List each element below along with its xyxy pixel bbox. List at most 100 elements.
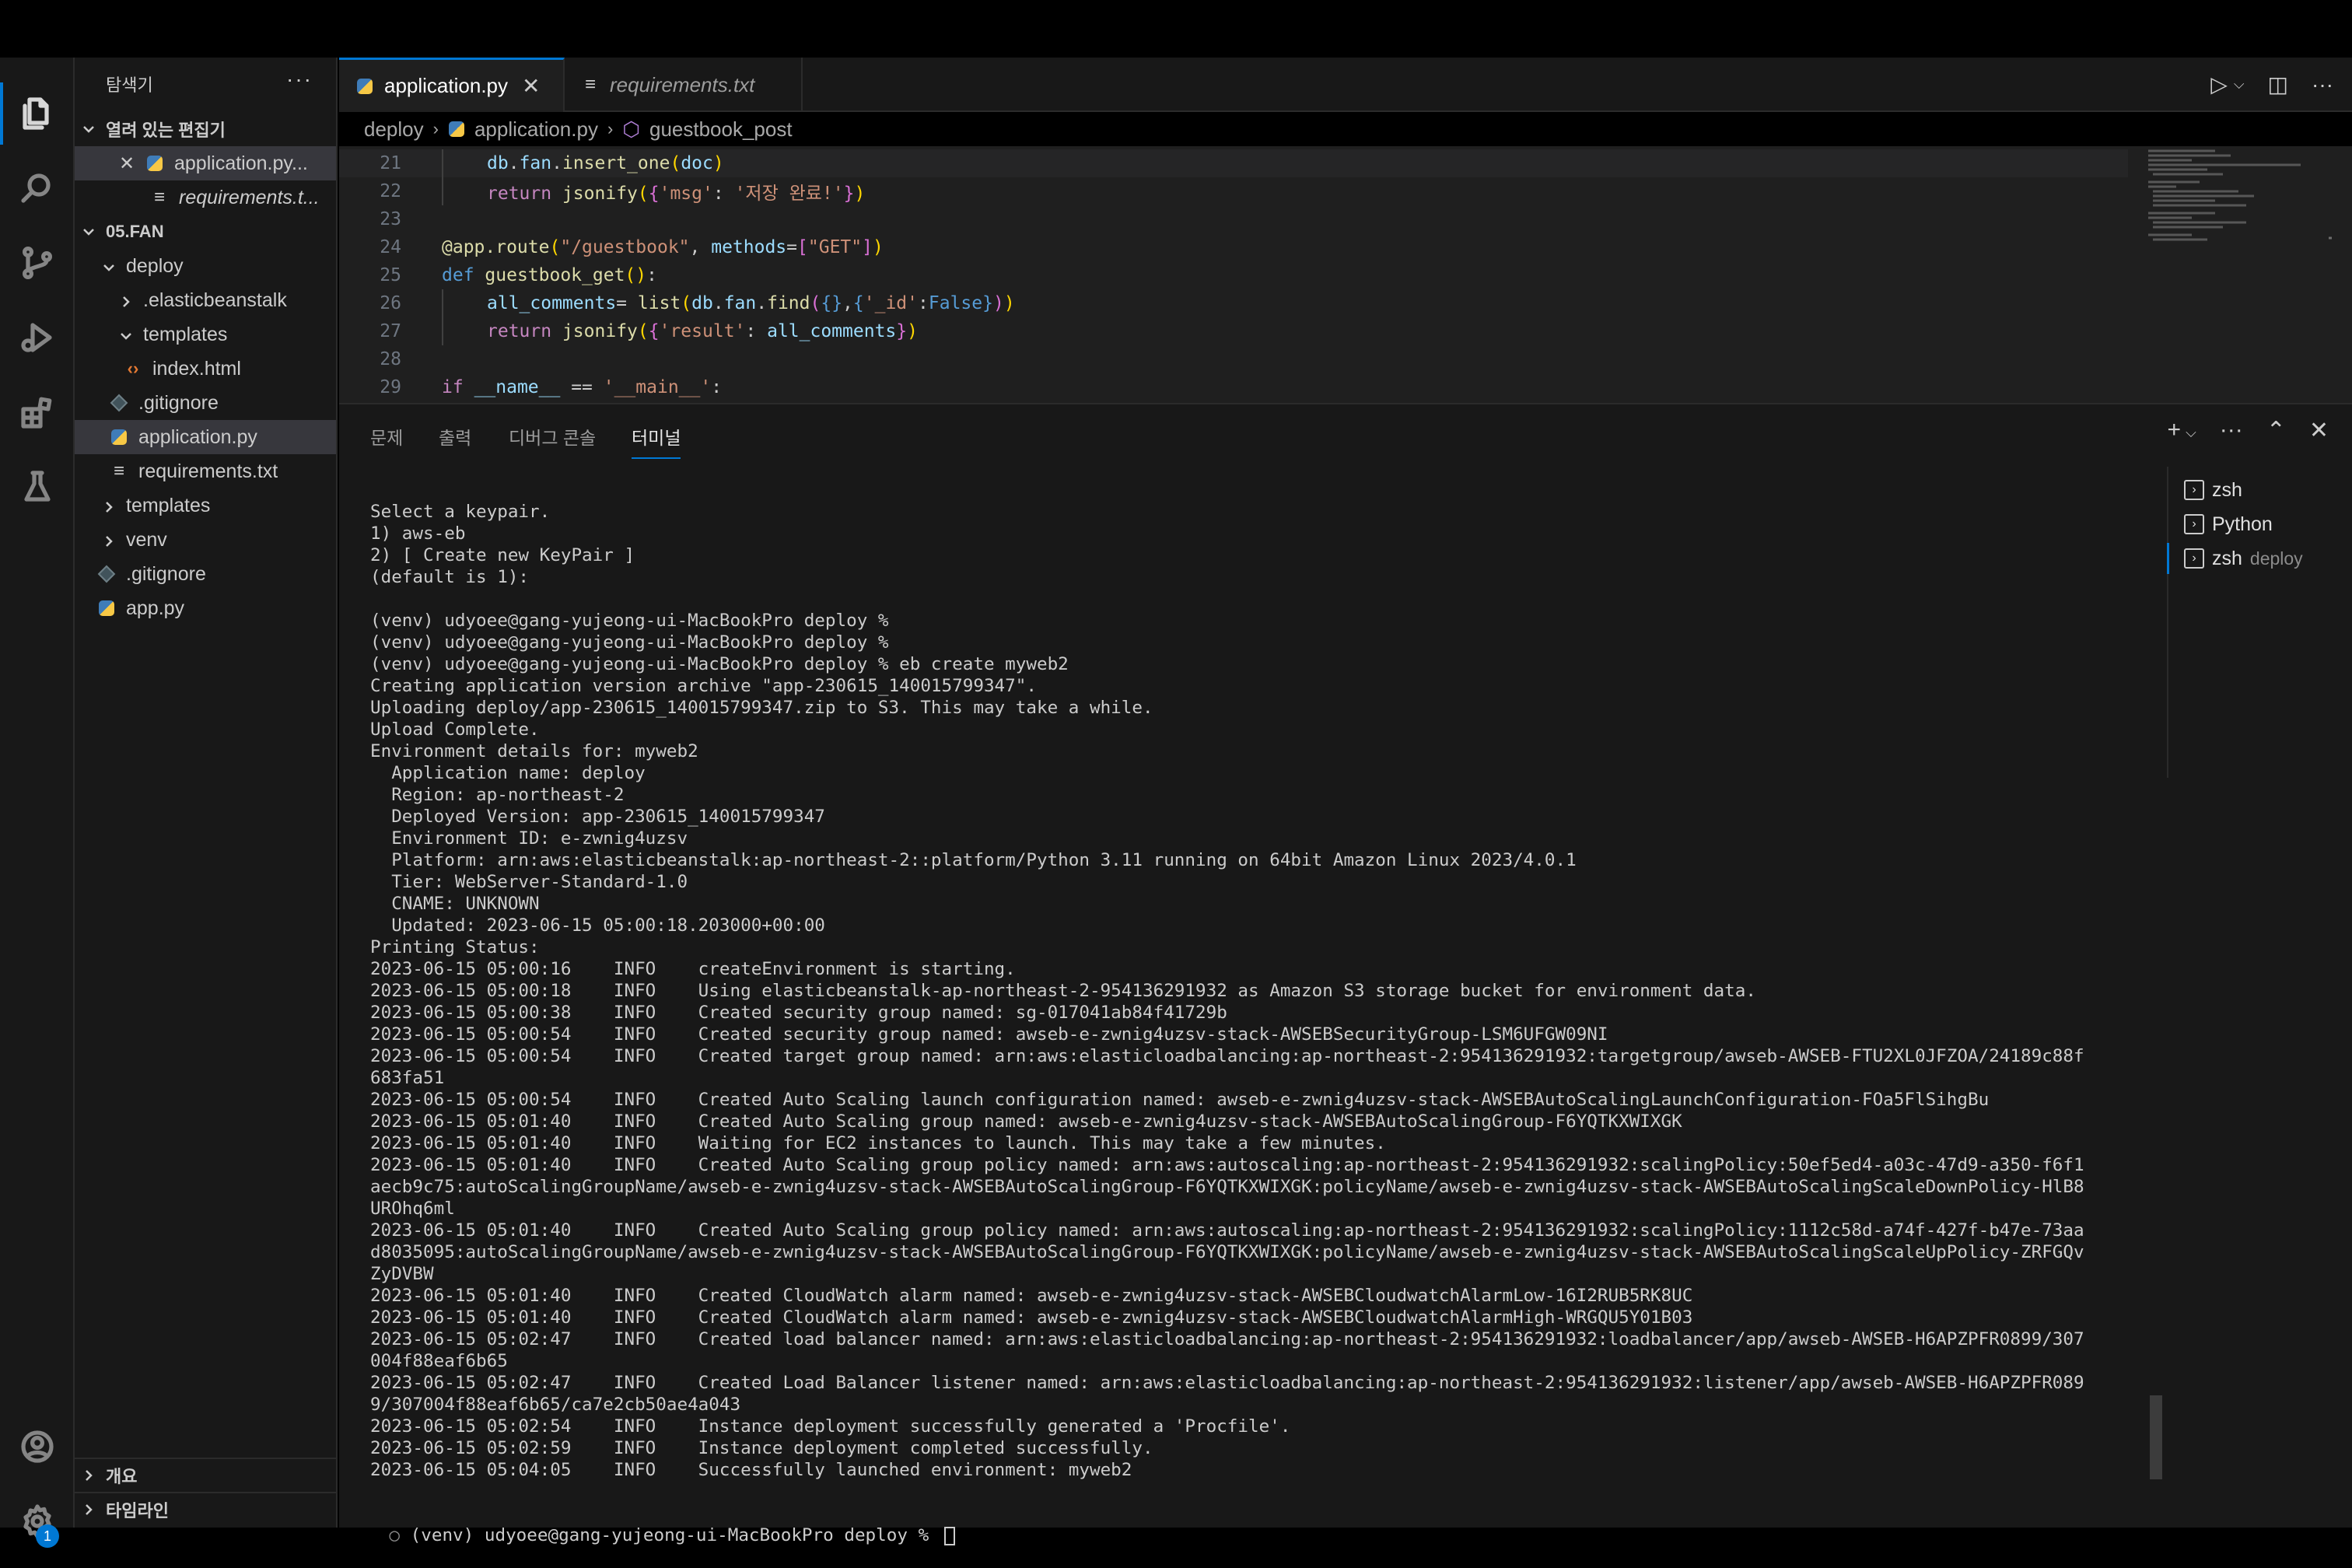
run-debug-icon[interactable] [0, 300, 75, 375]
tab-label: requirements.txt [610, 72, 755, 96]
open-editor-item[interactable]: ✕ application.py... [75, 146, 336, 180]
tree-label: .gitignore [126, 562, 206, 585]
open-editors-section[interactable]: 열려 있는 편집기 [75, 112, 336, 146]
window-title-bar [0, 0, 2352, 58]
code-line: 25 def guestbook_get(): [339, 261, 2128, 289]
tab-terminal[interactable]: 터미널 [632, 423, 681, 459]
account-icon[interactable] [0, 1409, 75, 1484]
extensions-icon[interactable] [0, 375, 75, 450]
terminal-line: (venv) udyoee@gang-yujeong-ui-MacBookPro… [370, 611, 889, 631]
code-line: 27 return jsonify({'result': all_comment… [339, 317, 2128, 345]
code-line: 21 db.fan.insert_one(doc) [339, 149, 2128, 177]
project-folder-section[interactable]: 05.FAN [75, 215, 336, 249]
code-line: 22 return jsonify({'msg': '저장 완료!'}) [339, 177, 2128, 205]
terminal-line: 2023-06-15 05:00:16 INFO createEnvironme… [370, 959, 1016, 979]
close-panel-icon[interactable]: ✕ [2309, 417, 2329, 444]
close-icon[interactable]: ✕ [522, 73, 540, 99]
tab-application-py[interactable]: application.py ✕ [339, 58, 565, 112]
open-editors-header: 열려 있는 편집기 [106, 121, 226, 140]
tab-output[interactable]: 출력 [439, 423, 471, 450]
terminal-line: Application name: deploy [370, 763, 646, 783]
terminal-line: 2023-06-15 05:02:59 INFO Instance deploy… [370, 1438, 1153, 1458]
breadcrumb-symbol[interactable]: guestbook_post [649, 117, 793, 142]
tree-folder-templates[interactable]: templates [75, 317, 336, 352]
chevron-right-icon [118, 292, 134, 308]
source-control-icon[interactable] [0, 226, 75, 300]
terminal-icon: › [2184, 548, 2204, 569]
tree-file-requirements[interactable]: ≡ requirements.txt [75, 454, 336, 488]
tree-file-gitignore[interactable]: .gitignore [75, 557, 336, 591]
code-line: 24 @app.route("/guestbook", methods=["GE… [339, 233, 2128, 261]
python-file-icon [110, 429, 128, 446]
terminal-label: zsh [2212, 547, 2242, 569]
code-line: 28 [339, 345, 2128, 373]
terminal-label: zsh [2212, 478, 2242, 501]
python-file-icon [356, 78, 373, 95]
panel-actions: + ⌵ ··· ⌃ ✕ [2168, 417, 2329, 444]
terminal-line: Upload Complete. [370, 719, 540, 740]
terminal-line: 2023-06-15 05:01:40 INFO Waiting for EC2… [370, 1133, 1386, 1153]
line-number: 29 [380, 377, 401, 397]
close-icon[interactable]: ✕ [118, 153, 135, 174]
terminal-label: Python [2212, 513, 2273, 535]
project-header: 05.FAN [106, 222, 164, 241]
terminal-line: 2023-06-15 05:01:40 INFO Created Auto Sc… [370, 1155, 2084, 1175]
search-icon[interactable] [0, 151, 75, 226]
symbol-method-icon: ⬡ [622, 117, 640, 141]
terminal-line: Printing Status: [370, 937, 540, 957]
breadcrumb-folder[interactable]: deploy [364, 117, 424, 142]
terminal-prompt[interactable]: ○ (venv) udyoee@gang-yujeong-ui-MacBookP… [347, 1503, 955, 1545]
tab-problems[interactable]: 문제 [370, 423, 403, 450]
terminal-output[interactable]: Select a keypair. 1) aws-eb 2) [ Create ne… [370, 501, 2159, 1512]
prompt-status-icon: ○ [389, 1525, 401, 1545]
tree-folder-elasticbeanstalk[interactable]: .elasticbeanstalk [75, 283, 336, 317]
terminal-item-zsh[interactable]: › zsh [2184, 474, 2242, 506]
terminal-scrollbar[interactable] [2150, 1395, 2162, 1479]
minimap[interactable] [2145, 146, 2332, 255]
breadcrumb: deploy › application.py › ⬡ guestbook_po… [339, 112, 2128, 146]
outline-section[interactable]: 개요 [75, 1458, 336, 1492]
terminal-line: 2023-06-15 05:01:40 INFO Created Auto Sc… [370, 1111, 1682, 1132]
terminal-line: UROhq6ml [370, 1199, 455, 1219]
terminal-item-python[interactable]: › Python [2184, 509, 2273, 540]
terminal-line: 1) aws-eb [370, 523, 466, 544]
prompt-text: (venv) udyoee@gang-yujeong-ui-MacBookPro… [410, 1525, 929, 1545]
more-actions-icon[interactable]: ··· [2312, 72, 2333, 97]
terminal-line: 9/307004f88eaf6b65/ca7e2cb50ae4a043 [370, 1395, 741, 1415]
terminal-line: 004f88eaf6b65 [370, 1351, 508, 1371]
code-line: 29 if __name__ == '__main__': [339, 373, 2128, 401]
settings-gear-icon[interactable]: 1 [0, 1484, 75, 1559]
line-number: 24 [380, 237, 401, 257]
explorer-icon[interactable] [0, 76, 75, 151]
tree-folder-deploy[interactable]: deploy [75, 249, 336, 283]
tree-file-gitignore[interactable]: .gitignore [75, 386, 336, 420]
maximize-panel-icon[interactable]: ⌃ [2266, 417, 2286, 444]
terminal-line: Environment details for: myweb2 [370, 741, 698, 761]
open-editor-item[interactable]: ≡ requirements.t... [75, 180, 336, 215]
new-terminal-icon[interactable]: + ⌵ [2168, 417, 2196, 444]
tree-folder-venv[interactable]: venv [75, 523, 336, 557]
terminal-item-zsh-deploy[interactable]: › zsh deploy [2167, 543, 2303, 574]
line-number: 27 [380, 321, 401, 341]
tree-folder-templates[interactable]: templates [75, 488, 336, 523]
split-editor-icon[interactable]: ◫ [2268, 72, 2288, 97]
html-file-icon: ‹› [127, 359, 139, 378]
code-editor[interactable]: 21 db.fan.insert_one(doc) 22 return json… [339, 146, 2352, 403]
tab-debug-console[interactable]: 디버그 콘솔 [509, 423, 596, 450]
explorer-sidebar: 탐색기 ··· 열려 있는 편집기 ✕ application.py... ≡ … [75, 58, 338, 1528]
tab-requirements-txt[interactable]: ≡ requirements.txt [565, 58, 803, 112]
settings-update-badge: 1 [36, 1524, 59, 1548]
line-number: 28 [380, 349, 401, 369]
chevron-down-icon [81, 121, 96, 137]
timeline-section[interactable]: 타임라인 [75, 1492, 336, 1526]
more-actions-icon[interactable]: ··· [2220, 417, 2243, 444]
breadcrumb-file[interactable]: application.py [474, 117, 598, 142]
tree-file-index-html[interactable]: ‹› index.html [75, 352, 336, 386]
explorer-more-actions[interactable]: ··· [286, 67, 313, 92]
tree-file-application-py[interactable]: application.py [75, 420, 336, 454]
tree-file-app-py[interactable]: app.py [75, 591, 336, 625]
terminal-line: 2023-06-15 05:02:47 INFO Created Load Ba… [370, 1373, 2084, 1393]
code-line: 26 all_comments= list(db.fan.find({},{'_… [339, 289, 2128, 317]
run-python-icon[interactable]: ▷ ⌵ [2210, 72, 2244, 97]
testing-icon[interactable] [0, 450, 75, 524]
